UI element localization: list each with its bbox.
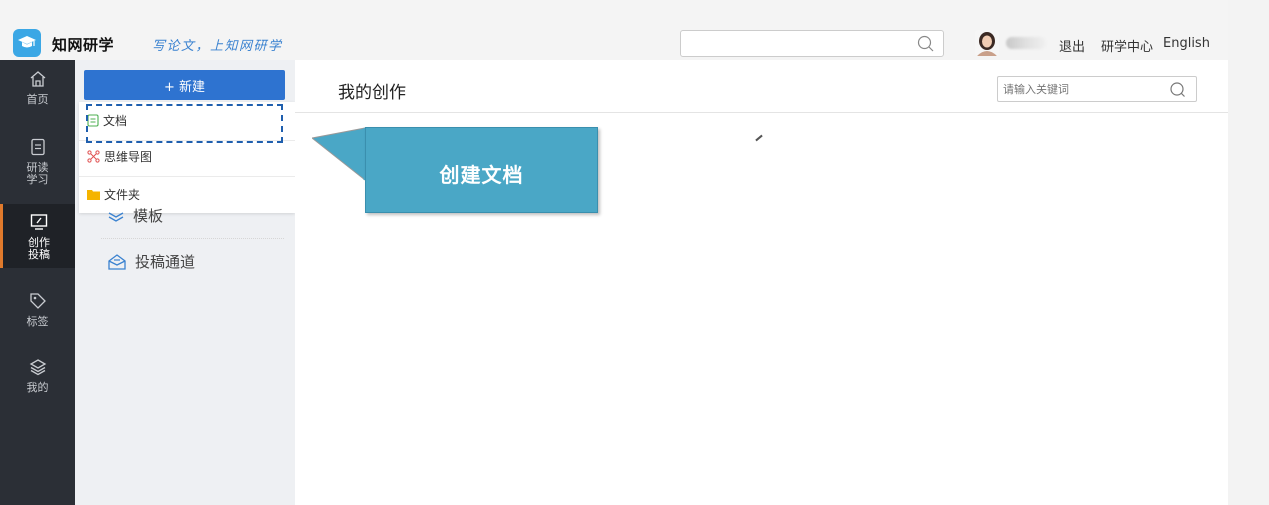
brand-slogan: 写论文，上知网研学 [152, 39, 283, 54]
rail-label-home: 首页 [26, 93, 49, 106]
rail-item-create[interactable]: 创作投稿 [0, 204, 75, 268]
search-icon[interactable] [1169, 81, 1186, 102]
app-window: 知网研学 写论文，上知网研学 退出 研学中心 English 首页 研读学习 创… [0, 0, 1228, 505]
rail-label-mine: 我的 [26, 381, 49, 394]
keyword-search-input[interactable] [998, 77, 1158, 101]
document-icon [30, 138, 46, 160]
menu-item-mindmap-label: 思维导图 [104, 149, 153, 164]
stack-icon [107, 209, 125, 223]
username-blurred [1006, 37, 1046, 49]
mindmap-icon [87, 149, 100, 163]
menu-item-folder[interactable]: 文件夹 [87, 184, 140, 204]
search-icon[interactable] [917, 35, 935, 57]
new-button[interactable]: + 新建 [84, 70, 285, 100]
main-header: 我的创作 [295, 60, 1228, 113]
menu-item-mindmap[interactable]: 思维导图 [87, 146, 152, 166]
callout-create-document: 创建文档 [365, 127, 598, 213]
rail-item-mine[interactable]: 我的 [0, 358, 75, 400]
highlight-box [86, 104, 283, 143]
sidebar-link-submission-label: 投稿通道 [135, 253, 196, 271]
rail-label-create: 创作投稿 [28, 236, 50, 261]
layers-icon [29, 358, 47, 380]
menu-divider [79, 176, 295, 177]
rail-label-tags: 标签 [26, 315, 49, 328]
sidebar-link-templates[interactable]: 模板 [107, 205, 163, 226]
sidebar-link-submission[interactable]: 投稿通道 [107, 251, 195, 272]
rail-item-home[interactable]: 首页 [0, 70, 75, 112]
keyword-search-field[interactable] [997, 76, 1197, 102]
left-nav-rail: 首页 研读学习 创作投稿 标签 我的 [0, 60, 75, 505]
home-icon [29, 70, 47, 92]
user-avatar[interactable] [975, 30, 999, 56]
logout-link[interactable]: 退出 [1059, 36, 1085, 55]
research-center-link[interactable]: 研学中心 [1101, 36, 1153, 55]
menu-item-folder-label: 文件夹 [104, 187, 141, 202]
english-link[interactable]: English [1163, 36, 1210, 51]
brand-name[interactable]: 知网研学 [52, 34, 114, 55]
monitor-edit-icon [30, 213, 48, 235]
callout-text: 创建文档 [439, 162, 524, 187]
cnki-logo-icon[interactable] [13, 29, 41, 57]
rail-item-tags[interactable]: 标签 [0, 292, 75, 334]
top-bar: 知网研学 写论文，上知网研学 退出 研学中心 English [0, 0, 1228, 60]
rail-label-reading: 研读学习 [26, 161, 49, 186]
mail-send-icon [107, 253, 127, 271]
folder-icon [87, 189, 100, 200]
sidebar-link-templates-label: 模板 [133, 207, 164, 225]
tag-icon [29, 292, 47, 314]
global-search-input[interactable] [680, 30, 944, 57]
sidebar-divider [101, 238, 284, 239]
page-title: 我的创作 [338, 83, 406, 103]
callout-pointer [312, 127, 367, 182]
rail-item-reading[interactable]: 研读学习 [0, 138, 75, 190]
